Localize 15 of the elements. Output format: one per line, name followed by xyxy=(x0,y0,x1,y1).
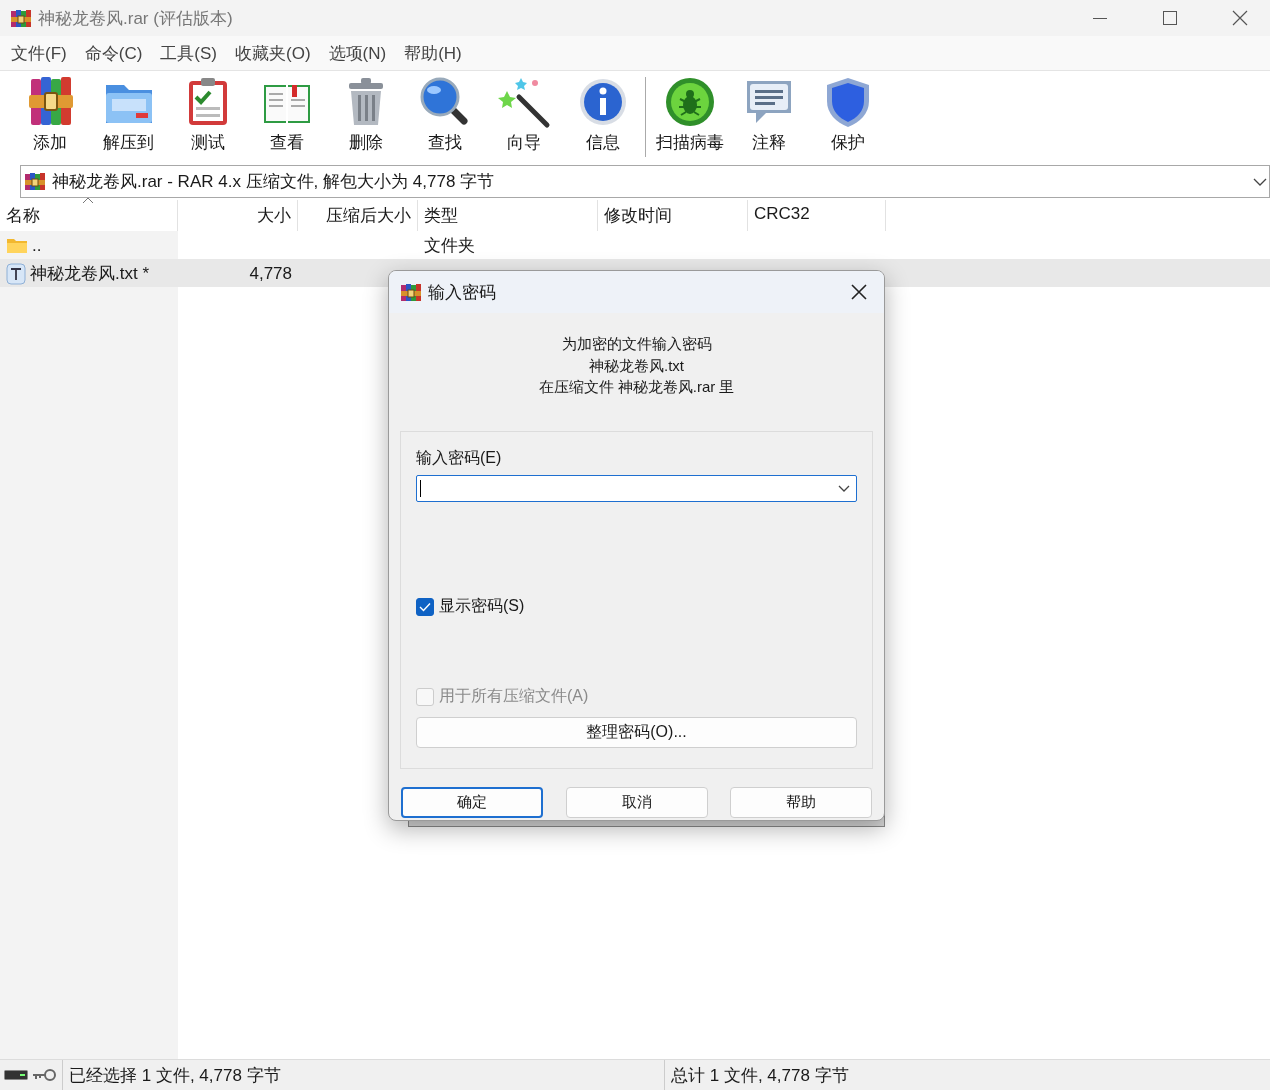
checkbox-label: 显示密码(S) xyxy=(439,596,525,616)
checkbox-label: 用于所有压缩文件(A) xyxy=(439,686,589,706)
address-text: 神秘龙卷风.rar - RAR 4.x 压缩文件, 解包大小为 4,778 字节 xyxy=(52,171,496,193)
table-cell-text: 神秘龙卷风.txt * xyxy=(30,263,149,285)
status-text: 总计 1 文件, 4,778 字节 xyxy=(670,1064,849,1087)
dialog-title: 输入密码 xyxy=(428,281,497,304)
dialog-message: 神秘龙卷风.txt xyxy=(589,355,684,376)
table-cell: 4,778 xyxy=(249,263,292,284)
dialog-message: 在压缩文件 神秘龙卷风.rar 里 xyxy=(538,377,735,397)
table-cell-text: 文件夹 xyxy=(424,235,475,257)
field-label: 输入密码(E) xyxy=(416,448,503,468)
dialog-message: 为加密的文件输入密码 xyxy=(561,334,712,354)
table-cell: .. xyxy=(32,235,42,256)
window-title: 神秘龙卷风.rar (评估版本) xyxy=(38,7,234,30)
status-text: 已经选择 1 文件, 4,778 字节 xyxy=(69,1064,281,1087)
